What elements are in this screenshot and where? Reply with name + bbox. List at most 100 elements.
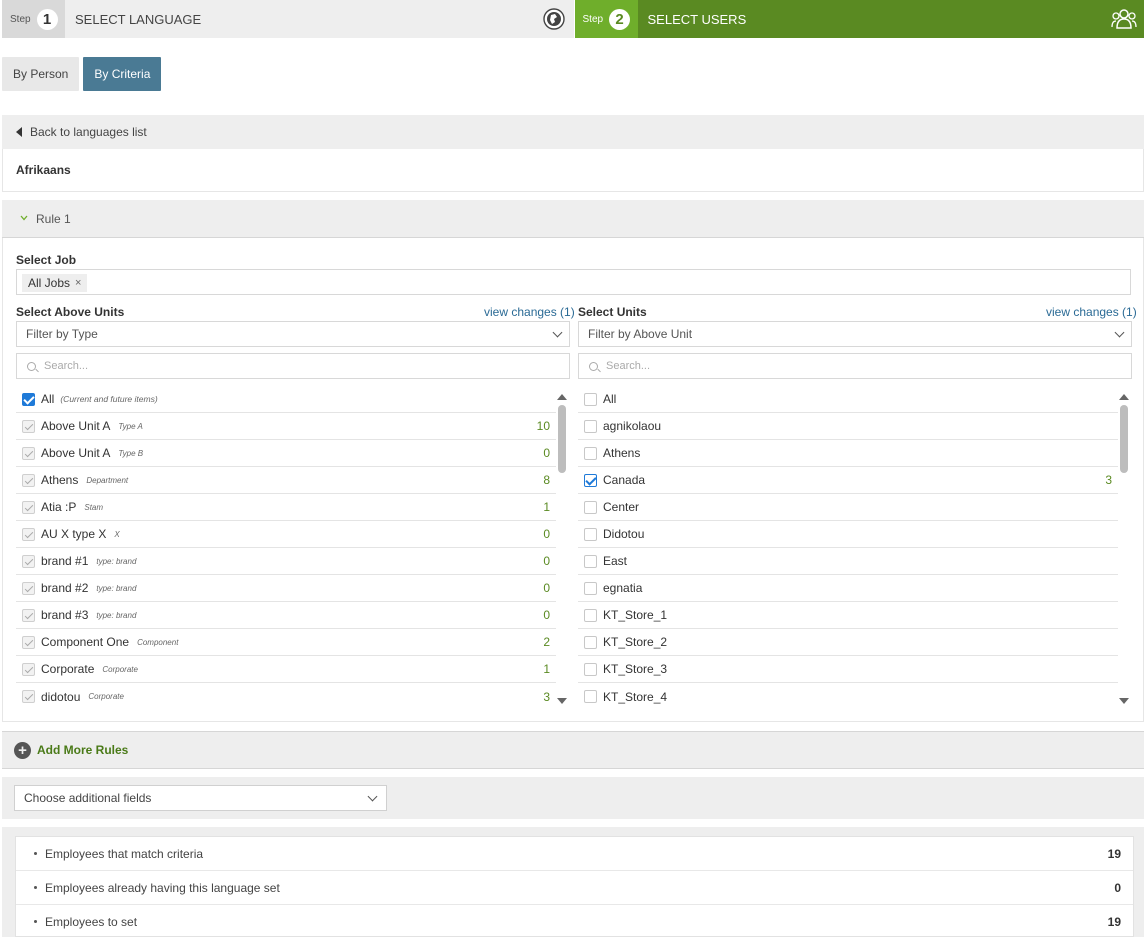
item-count: 0 <box>543 608 550 622</box>
units-view-changes-link[interactable]: view changes (1) <box>1046 305 1137 319</box>
caret-left-icon <box>16 127 22 137</box>
list-item-all[interactable]: All (Current and future items) <box>16 386 556 413</box>
add-more-rules-button[interactable]: + Add More Rules <box>2 731 1144 769</box>
checkbox[interactable] <box>22 392 35 406</box>
checkbox[interactable] <box>584 392 597 406</box>
item-count: 3 <box>1105 473 1112 487</box>
units-scrollbar[interactable] <box>1119 390 1129 708</box>
item-name: Canada <box>603 473 646 487</box>
item-name: Atia :P <box>41 500 77 514</box>
list-item[interactable]: Center <box>578 494 1118 521</box>
checkbox[interactable] <box>22 500 35 514</box>
scroll-down-icon[interactable] <box>557 698 567 704</box>
scroll-down-icon[interactable] <box>1119 698 1129 704</box>
by-criteria-button[interactable]: By Criteria <box>83 57 162 91</box>
job-select[interactable]: All Jobs × <box>16 269 1131 295</box>
above-units-search-input[interactable]: Search... <box>16 353 570 379</box>
list-item[interactable]: Didotou <box>578 521 1118 548</box>
list-item[interactable]: Corporate Corporate 1 <box>16 656 556 683</box>
checkbox[interactable] <box>22 581 35 595</box>
checkbox[interactable] <box>22 662 35 676</box>
checkbox[interactable] <box>22 635 35 649</box>
filter-by-type-select[interactable]: Filter by Type <box>16 321 570 347</box>
list-item[interactable]: agnikolaou <box>578 413 1118 440</box>
list-item[interactable]: egnatia <box>578 575 1118 602</box>
checkbox[interactable] <box>22 473 35 487</box>
chevron-down-icon <box>20 213 28 224</box>
list-item[interactable]: KT_Store_1 <box>578 602 1118 629</box>
list-item[interactable]: Above Unit A Type B 0 <box>16 440 556 467</box>
units-search-input[interactable]: Search... <box>578 353 1132 379</box>
item-count: 1 <box>543 500 550 514</box>
list-item[interactable]: didotou Corporate 3 <box>16 683 556 710</box>
list-item[interactable]: Atia :P Stam 1 <box>16 494 556 521</box>
checkbox[interactable] <box>584 527 597 541</box>
list-item[interactable]: brand #2 type: brand 0 <box>16 575 556 602</box>
step-word: Step <box>582 13 604 25</box>
summary-section: Employees that match criteria 19 Employe… <box>2 827 1144 937</box>
checkbox[interactable] <box>22 690 35 703</box>
list-item[interactable]: KT_Store_4 <box>578 683 1118 710</box>
summary-value: 19 <box>1107 846 1121 861</box>
checkbox[interactable] <box>22 554 35 568</box>
checkbox[interactable] <box>584 554 597 568</box>
checkbox[interactable] <box>22 527 35 541</box>
checkbox[interactable] <box>584 419 597 433</box>
select-job-label: Select Job <box>16 253 77 267</box>
list-item[interactable]: Canada 3 <box>578 467 1118 494</box>
above-units-label: Select Above Units <box>16 305 125 319</box>
checkbox[interactable] <box>584 608 597 622</box>
rule-header[interactable]: Rule 1 <box>2 200 1144 238</box>
scroll-thumb[interactable] <box>558 405 566 473</box>
item-name: Athens <box>603 446 641 460</box>
additional-fields-select[interactable]: Choose additional fields <box>14 785 387 811</box>
list-item[interactable]: Above Unit A Type A 10 <box>16 413 556 440</box>
checkbox[interactable] <box>584 690 597 703</box>
scroll-up-icon[interactable] <box>557 394 567 400</box>
scroll-thumb[interactable] <box>1120 405 1128 473</box>
checkbox[interactable] <box>22 608 35 622</box>
all-label: All <box>41 392 55 406</box>
checkbox[interactable] <box>584 446 597 460</box>
summary-label: Employees that match criteria <box>45 846 204 861</box>
list-item[interactable]: AU X type X X 0 <box>16 521 556 548</box>
above-units-scrollbar[interactable] <box>557 390 567 708</box>
summary-label: Employees to set <box>45 914 138 929</box>
list-item[interactable]: East <box>578 548 1118 575</box>
search-icon <box>589 361 598 371</box>
checkbox[interactable] <box>584 473 597 487</box>
list-item[interactable]: Athens <box>578 440 1118 467</box>
all-label: All <box>603 392 617 406</box>
step-select-users[interactable]: Step 2 SELECT USERS <box>574 0 1144 38</box>
chevron-down-icon <box>1114 327 1125 338</box>
by-person-button[interactable]: By Person <box>2 57 80 91</box>
checkbox[interactable] <box>584 581 597 595</box>
remove-chip-icon[interactable]: × <box>75 277 81 289</box>
list-item[interactable]: Athens Department 8 <box>16 467 556 494</box>
list-item[interactable]: Component One Component 2 <box>16 629 556 656</box>
checkbox[interactable] <box>584 662 597 676</box>
above-units-view-changes-link[interactable]: view changes (1) <box>484 305 575 319</box>
list-item[interactable]: brand #3 type: brand 0 <box>16 602 556 629</box>
list-item[interactable]: KT_Store_3 <box>578 656 1118 683</box>
checkbox[interactable] <box>584 635 597 649</box>
item-type: Type B <box>118 448 144 458</box>
checkbox[interactable] <box>584 500 597 514</box>
back-to-languages-link[interactable]: Back to languages list <box>2 115 1144 149</box>
list-item[interactable]: brand #1 type: brand 0 <box>16 548 556 575</box>
checkbox[interactable] <box>22 446 35 460</box>
step1-number: 1 <box>36 8 58 30</box>
scroll-up-icon[interactable] <box>1119 394 1129 400</box>
item-count: 0 <box>543 446 550 460</box>
item-type: Corporate <box>102 664 138 674</box>
item-name: KT_Store_4 <box>603 689 668 704</box>
summary-value: 19 <box>1107 914 1121 929</box>
checkbox[interactable] <box>22 419 35 433</box>
step-select-language[interactable]: Step 1 SELECT LANGUAGE <box>2 0 574 38</box>
units-label: Select Units <box>578 305 647 319</box>
list-item-all[interactable]: All <box>578 386 1118 413</box>
item-name: Athens <box>41 473 79 487</box>
summary-value: 0 <box>1114 880 1121 895</box>
filter-by-above-unit-select[interactable]: Filter by Above Unit <box>578 321 1132 347</box>
list-item[interactable]: KT_Store_2 <box>578 629 1118 656</box>
